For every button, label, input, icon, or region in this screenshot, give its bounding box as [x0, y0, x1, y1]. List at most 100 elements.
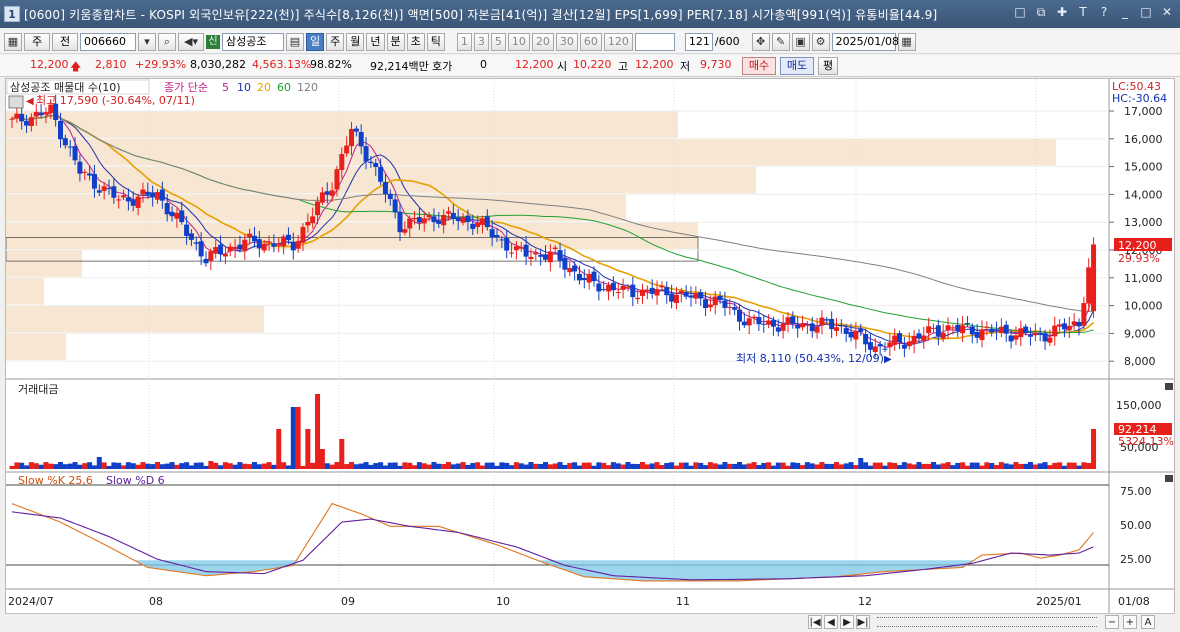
candle-body [290, 241, 296, 251]
volume-bar [838, 464, 844, 469]
volume-bar [926, 463, 932, 469]
candle-body [62, 138, 68, 146]
auto-scale-button[interactable]: A [1141, 615, 1155, 629]
candle-body [625, 286, 631, 288]
volume-bar [475, 462, 481, 469]
interval-button-3[interactable]: 3 [473, 32, 489, 51]
tool-icon[interactable]: ✎ [771, 32, 790, 51]
volume-bar [994, 465, 1000, 469]
save-icon[interactable]: ▣ [791, 32, 810, 51]
price-change: 2,810 [95, 58, 127, 71]
period-button-month[interactable]: 월 [346, 32, 365, 51]
buy-button[interactable]: 매수 [742, 57, 776, 75]
candle-body [940, 332, 946, 339]
candle-body [450, 212, 456, 219]
scroll-next-button[interactable]: ▶ [840, 615, 854, 629]
close-icon[interactable]: ✕ [1160, 5, 1174, 19]
candle-body [892, 335, 898, 345]
volume-bar [203, 465, 209, 469]
crosshair-icon[interactable]: ✥ [751, 32, 770, 51]
period-button-year[interactable]: 년 [366, 32, 385, 51]
zoom-out-button[interactable]: − [1105, 615, 1119, 629]
calendar-icon[interactable]: ▦ [897, 32, 916, 51]
volume-bar [38, 464, 44, 469]
volume-bar [305, 429, 311, 469]
flat-button[interactable]: 평 [818, 57, 838, 75]
interval-button-5[interactable]: 5 [490, 32, 506, 51]
candle-body [1057, 324, 1063, 327]
calc-icon[interactable] [8, 95, 24, 109]
volume-bar [960, 462, 966, 469]
scroll-last-button[interactable]: ▶| [856, 615, 870, 629]
zoom-in-button[interactable]: + [1123, 615, 1137, 629]
scroll-bar[interactable]: |◀ ◀ ▶ ▶| − + A [5, 613, 1175, 630]
volume-bar [58, 462, 63, 469]
volume-bar [1003, 463, 1009, 469]
scroll-prev-button[interactable]: ◀ [824, 615, 838, 629]
speaker-icon[interactable]: ◀▾ [178, 32, 204, 51]
volume-bar [659, 464, 665, 469]
interval-button-10[interactable]: 10 [507, 32, 530, 51]
volume-bar [795, 462, 801, 469]
interval-button-20[interactable]: 20 [531, 32, 554, 51]
candle-body [252, 235, 257, 242]
candle-body [640, 289, 645, 296]
cross-icon[interactable]: ✚ [1055, 5, 1069, 19]
scroll-first-button[interactable]: |◀ [808, 615, 822, 629]
volume-axis-150000: 150,000 [1116, 399, 1162, 412]
candle-body [974, 331, 980, 338]
maximize-icon[interactable]: □ [1139, 5, 1153, 19]
period-button-minute[interactable]: 분 [386, 32, 405, 51]
period-button-tick[interactable]: 틱 [426, 32, 445, 51]
count-input[interactable]: 121 [684, 32, 713, 51]
period-select[interactable]: 주 [24, 32, 50, 51]
candle-body [761, 323, 767, 325]
interval-button-60[interactable]: 60 [579, 32, 602, 51]
period-button-week[interactable]: 주 [326, 32, 345, 51]
link-icon[interactable]: ⧉ [1034, 5, 1048, 19]
period-button-day[interactable]: 일 [306, 32, 325, 51]
price-axis-tick: 10,000 [1124, 300, 1163, 313]
candle-body [416, 217, 422, 223]
app-number-icon[interactable]: 1 [4, 6, 20, 22]
volume-bar [989, 462, 995, 469]
volume-bar [344, 464, 350, 469]
candle-body [43, 112, 49, 115]
dropdown-icon[interactable]: ▾ [138, 32, 156, 51]
minimize-icon[interactable]: _ [1118, 5, 1132, 19]
candle-body [484, 216, 490, 228]
candle-body [334, 169, 340, 190]
interval-button-1[interactable]: 1 [456, 32, 472, 51]
memo-icon[interactable]: ▤ [286, 32, 304, 51]
volume-bar [615, 463, 621, 469]
interval-button-120[interactable]: 120 [603, 32, 633, 51]
market-select[interactable]: 전 [52, 32, 78, 51]
candle-body [382, 181, 388, 195]
period-button-second[interactable]: 초 [406, 32, 425, 51]
date-input[interactable]: 2025/01/08 [831, 32, 899, 51]
stock-code-input[interactable]: 006660 [80, 32, 136, 51]
volume-pane-close-icon[interactable] [1165, 383, 1173, 390]
volume-bar [72, 462, 78, 469]
text-icon[interactable]: T [1076, 5, 1090, 19]
volume-bar [1071, 462, 1077, 469]
zoom-track[interactable] [877, 617, 1097, 627]
candle-body [310, 216, 316, 224]
volume-bar [775, 462, 781, 469]
help-icon[interactable]: ? [1097, 5, 1111, 19]
gear-icon[interactable]: ⚙ [811, 32, 830, 51]
candle-body [780, 323, 786, 331]
chart-area[interactable]: 삼성공조 매물대 수(10) 종가 단순 5 10 20 60 120 ◀ 최고… [5, 78, 1175, 614]
pin-icon[interactable]: □ [1013, 5, 1027, 19]
volume-bar [707, 462, 713, 469]
search-icon[interactable]: ⌕ [158, 32, 176, 51]
candle-body [615, 292, 621, 294]
volume-bar [494, 465, 500, 469]
volume-bar [829, 463, 835, 469]
interval-custom-input[interactable] [634, 32, 675, 51]
grid-icon[interactable]: ▦ [4, 32, 22, 51]
chart-svg[interactable]: 삼성공조 매물대 수(10) 종가 단순 5 10 20 60 120 ◀ 최고… [5, 79, 1174, 613]
sell-button[interactable]: 매도 [780, 57, 814, 75]
stoch-pane-close-icon[interactable] [1165, 475, 1173, 482]
interval-button-30[interactable]: 30 [555, 32, 578, 51]
